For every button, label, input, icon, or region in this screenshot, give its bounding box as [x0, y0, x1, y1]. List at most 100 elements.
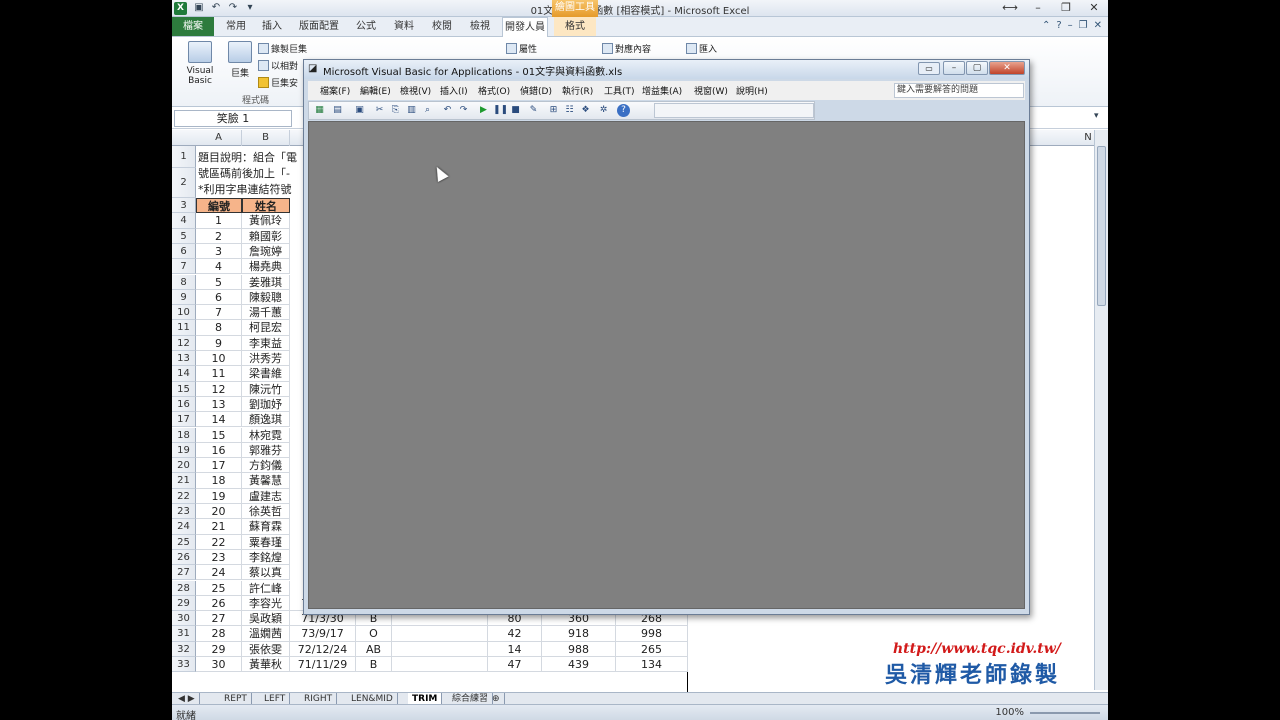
toolbox-icon[interactable]: ✲ [597, 104, 610, 117]
properties-button[interactable]: 屬性 [506, 42, 537, 55]
tab-data[interactable]: 資料 [388, 17, 420, 36]
cell-id[interactable]: 1 [196, 213, 242, 229]
row-header[interactable]: 9 [172, 289, 196, 306]
cell-id[interactable]: 28 [196, 626, 242, 642]
row-header[interactable]: 6 [172, 243, 196, 260]
row-header[interactable]: 33 [172, 657, 196, 673]
help-question-box[interactable]: 鍵入需要解答的問題 [894, 83, 1024, 98]
insert-module-icon[interactable]: ▤ [331, 104, 344, 117]
cell-name[interactable]: 蘇育霖 [242, 519, 290, 535]
row-header[interactable]: 3 [172, 198, 196, 214]
row-header[interactable]: 18 [172, 427, 196, 443]
cell-name[interactable]: 陳毅聰 [242, 289, 290, 306]
cell-date[interactable]: 73/9/17 [290, 626, 356, 642]
cell-id[interactable]: 26 [196, 595, 242, 612]
properties-window-icon[interactable]: ☷ [563, 104, 576, 117]
cell-name[interactable]: 詹琬婷 [242, 243, 290, 260]
row-header[interactable]: 27 [172, 565, 196, 581]
cell-empty[interactable] [392, 626, 488, 642]
cell-name[interactable]: 方鈞儀 [242, 458, 290, 474]
cell-name[interactable]: 溫嫺茜 [242, 626, 290, 642]
cell-id[interactable]: 4 [196, 259, 242, 275]
cell-name[interactable]: 湯千蕙 [242, 305, 290, 321]
tab-page-layout[interactable]: 版面配置 [294, 17, 344, 36]
vba-menu-item[interactable]: 編輯(E) [360, 84, 391, 97]
save-icon[interactable]: ▣ [353, 104, 366, 117]
cell-name[interactable]: 李銘煌 [242, 549, 290, 566]
row-header[interactable]: 26 [172, 549, 196, 566]
cell-id[interactable]: 30 [196, 657, 242, 673]
design-mode-icon[interactable]: ✎ [527, 104, 540, 117]
vba-menu-item[interactable]: 視窗(W) [694, 84, 728, 97]
row-header[interactable]: 2 [172, 168, 196, 198]
cell-v3[interactable]: 134 [616, 657, 688, 673]
cell-id[interactable]: 8 [196, 320, 242, 336]
cell-name[interactable]: 粟春瑾 [242, 534, 290, 550]
tab-formulas[interactable]: 公式 [350, 17, 382, 36]
vertical-scrollbar[interactable] [1094, 130, 1108, 690]
vba-doc-restore-icon[interactable]: ▭ [918, 62, 940, 75]
cell-v2[interactable]: 988 [542, 641, 616, 657]
vba-menu-item[interactable]: 偵錯(D) [520, 84, 552, 97]
row-header[interactable]: 16 [172, 396, 196, 413]
header-id[interactable]: 編號 [196, 198, 242, 214]
row-header[interactable]: 28 [172, 580, 196, 596]
row-header[interactable]: 7 [172, 259, 196, 275]
row-header[interactable]: 29 [172, 595, 196, 612]
cell-v3[interactable]: 265 [616, 641, 688, 657]
tab-home[interactable]: 常用 [220, 17, 252, 36]
cell-name[interactable]: 郭雅芬 [242, 442, 290, 459]
import-button[interactable]: 匯入 [686, 42, 717, 55]
cell-blood[interactable]: B [356, 657, 392, 673]
cell-id[interactable]: 29 [196, 641, 242, 657]
cell-name[interactable]: 陳沅竹 [242, 381, 290, 397]
map-properties-button[interactable]: 對應內容 [602, 42, 651, 55]
cell-v1[interactable]: 42 [488, 626, 542, 642]
row-header[interactable]: 4 [172, 213, 196, 229]
cell-blood[interactable]: O [356, 626, 392, 642]
cell-id[interactable]: 18 [196, 473, 242, 489]
vba-menu-item[interactable]: 工具(T) [604, 84, 635, 97]
cell-id[interactable]: 5 [196, 274, 242, 290]
cell-id[interactable]: 7 [196, 305, 242, 321]
cell-id[interactable]: 6 [196, 289, 242, 306]
row-header[interactable]: 24 [172, 519, 196, 535]
cell-name[interactable]: 洪秀芳 [242, 351, 290, 367]
cell-id[interactable]: 16 [196, 442, 242, 459]
cell-id[interactable]: 25 [196, 580, 242, 596]
cell-name[interactable]: 黃華秋 [242, 657, 290, 673]
cell-name[interactable]: 李容光 [242, 595, 290, 612]
vba-minimize-button[interactable]: – [943, 61, 965, 75]
cell-name[interactable]: 賴國彰 [242, 228, 290, 244]
row-header[interactable]: 8 [172, 274, 196, 290]
cell-v2[interactable]: 918 [542, 626, 616, 642]
cell-name[interactable]: 柯昆宏 [242, 320, 290, 336]
break-icon[interactable]: ❚❚ [493, 104, 508, 117]
cell-name[interactable]: 劉珈妤 [242, 396, 290, 413]
view-excel-icon[interactable]: ▦ [313, 104, 326, 117]
cell-name[interactable]: 徐英哲 [242, 504, 290, 520]
doc-minimize-button[interactable]: – [1068, 20, 1073, 31]
row-header[interactable]: 30 [172, 611, 196, 627]
cell-name[interactable]: 梁書維 [242, 366, 290, 382]
cell-name[interactable]: 許仁峰 [242, 580, 290, 596]
doc-restore-button[interactable]: ❐ [1079, 20, 1088, 31]
column-n-header[interactable]: N [1082, 130, 1094, 146]
row-header[interactable]: 32 [172, 641, 196, 657]
doc-close-button[interactable]: ✕ [1094, 20, 1102, 31]
cell-name[interactable]: 盧建志 [242, 488, 290, 504]
cell-id[interactable]: 22 [196, 534, 242, 550]
header-name[interactable]: 姓名 [242, 198, 290, 214]
vba-menu-item[interactable]: 檢視(V) [400, 84, 431, 97]
macros-button[interactable]: 巨集 [228, 41, 252, 79]
row-header[interactable]: 20 [172, 458, 196, 474]
expand-formula-icon[interactable]: ▾ [1094, 111, 1106, 126]
cell-id[interactable]: 2 [196, 228, 242, 244]
macro-security-button[interactable]: 巨集安 [258, 76, 298, 89]
row-header[interactable]: 11 [172, 320, 196, 336]
row-header[interactable]: 31 [172, 626, 196, 642]
paste-icon[interactable]: ▥ [405, 104, 418, 117]
relative-ref-button[interactable]: 以相對 [258, 59, 298, 72]
row-header[interactable]: 21 [172, 473, 196, 489]
cell-id[interactable]: 14 [196, 412, 242, 428]
